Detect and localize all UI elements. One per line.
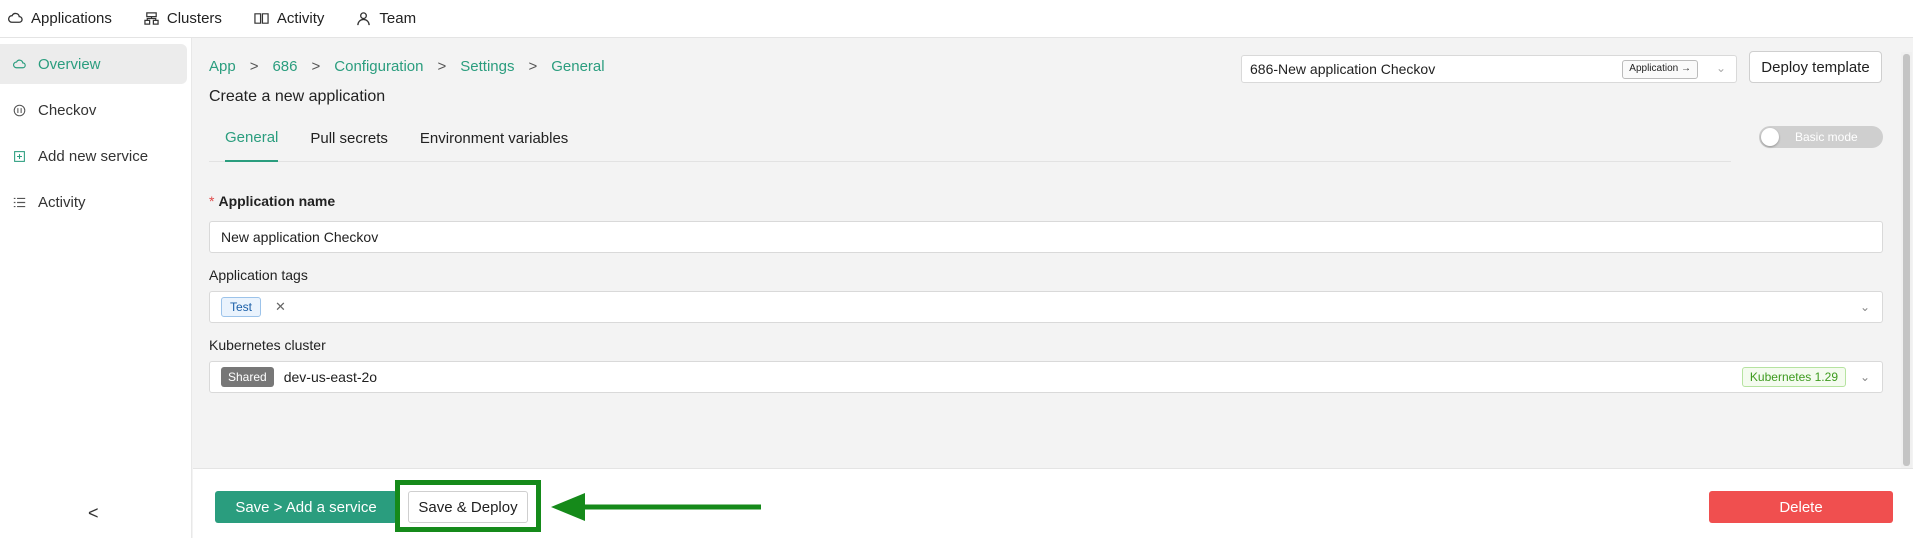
save-add-service-button[interactable]: Save > Add a service (215, 491, 397, 523)
sidebar-item-activity[interactable]: Activity (0, 182, 187, 222)
breadcrumb-general[interactable]: General (551, 58, 604, 75)
breadcrumb-configuration[interactable]: Configuration (334, 58, 423, 75)
arrow-icon (551, 493, 761, 521)
chevron-down-icon: ⌄ (1859, 300, 1870, 314)
application-select-value: 686-New application Checkov (1250, 61, 1436, 77)
footer-actions: Save > Add a service Save & Deploy Delet… (193, 468, 1913, 538)
chevron-down-icon: ⌄ (1859, 370, 1870, 384)
page-title: Create a new application (209, 88, 386, 105)
basic-mode-label: Basic mode (1795, 130, 1858, 144)
sidebar-item-checkov[interactable]: Checkov (0, 90, 187, 130)
remove-tag-icon[interactable]: ✕ (275, 299, 286, 315)
tab-environment-variables[interactable]: Environment variables (420, 116, 568, 162)
breadcrumb-686[interactable]: 686 (272, 58, 297, 75)
delete-button[interactable]: Delete (1709, 491, 1893, 523)
breadcrumb-separator: > (249, 58, 259, 75)
scrollbar-thumb[interactable] (1903, 54, 1910, 466)
sidebar: Overview Checkov Add new service Activit… (0, 38, 192, 538)
list-icon (13, 197, 26, 207)
sidebar-item-overview[interactable]: Overview (0, 44, 187, 84)
nav-activity[interactable]: Activity (254, 10, 325, 27)
breadcrumb-separator: > (437, 58, 447, 75)
required-marker: * (209, 193, 215, 209)
kubernetes-cluster-label: Kubernetes cluster (209, 337, 326, 353)
application-name-value: New application Checkov (221, 229, 379, 245)
team-icon (357, 12, 371, 26)
sidebar-item-label: Checkov (38, 101, 97, 119)
tab-pull-secrets[interactable]: Pull secrets (310, 116, 388, 162)
application-name-label-text: Application name (218, 193, 336, 209)
cloud-icon (8, 12, 23, 23)
nav-applications[interactable]: Applications (8, 10, 112, 27)
main-content: App > 686 > Configuration > Settings > G… (193, 38, 1899, 468)
nav-clusters[interactable]: Clusters (144, 10, 222, 27)
breadcrumb: App > 686 > Configuration > Settings > G… (209, 58, 605, 75)
sidebar-item-label: Activity (38, 193, 86, 211)
deploy-template-button[interactable]: Deploy template (1749, 51, 1882, 83)
breadcrumb-separator: > (528, 58, 538, 75)
nav-applications-label: Applications (31, 10, 112, 27)
tag-chip: Test (221, 297, 262, 317)
nav-team-label: Team (379, 10, 417, 27)
sidebar-item-label: Add new service (38, 147, 149, 165)
nav-team[interactable]: Team (356, 10, 416, 27)
application-name-label: * Application name (209, 193, 335, 209)
activity-icon (254, 13, 269, 24)
nav-clusters-label: Clusters (166, 10, 222, 27)
breadcrumb-app[interactable]: App (209, 58, 236, 75)
checkov-icon (13, 104, 26, 116)
application-tags-select[interactable]: Test ✕ ⌄ (209, 291, 1883, 323)
nav-activity-label: Activity (276, 10, 325, 27)
save-deploy-button[interactable]: Save & Deploy (408, 491, 528, 523)
sidebar-item-add-service[interactable]: Add new service (0, 136, 187, 176)
chevron-down-icon: ⌄ (1715, 61, 1726, 75)
clusters-icon (144, 12, 159, 25)
toggle-knob (1761, 128, 1779, 146)
collapse-sidebar-button[interactable]: < (88, 503, 99, 524)
shared-badge: Shared (221, 367, 274, 387)
kubernetes-version-badge: Kubernetes 1.29 (1741, 367, 1846, 387)
breadcrumb-settings[interactable]: Settings (460, 58, 514, 75)
cluster-value: dev-us-east-2o (283, 369, 378, 385)
kubernetes-cluster-select[interactable]: Shared dev-us-east-2o Kubernetes 1.29 ⌄ (209, 361, 1883, 393)
vertical-scrollbar[interactable] (1901, 52, 1912, 468)
overview-icon (13, 59, 26, 68)
application-link-tag[interactable]: Application → (1622, 60, 1698, 79)
basic-mode-toggle[interactable]: Basic mode (1759, 126, 1883, 148)
application-tags-label: Application tags (209, 267, 308, 283)
application-select[interactable]: 686-New application Checkov Application … (1241, 55, 1737, 83)
breadcrumb-separator: > (311, 58, 321, 75)
tab-bar: General Pull secrets Environment variabl… (209, 116, 1731, 162)
application-name-input[interactable]: New application Checkov (209, 221, 1883, 253)
top-nav: Applications Clusters Activity Team (0, 0, 1913, 38)
tab-general[interactable]: General (225, 116, 279, 162)
sidebar-item-label: Overview (38, 55, 101, 73)
add-service-icon (14, 150, 25, 162)
